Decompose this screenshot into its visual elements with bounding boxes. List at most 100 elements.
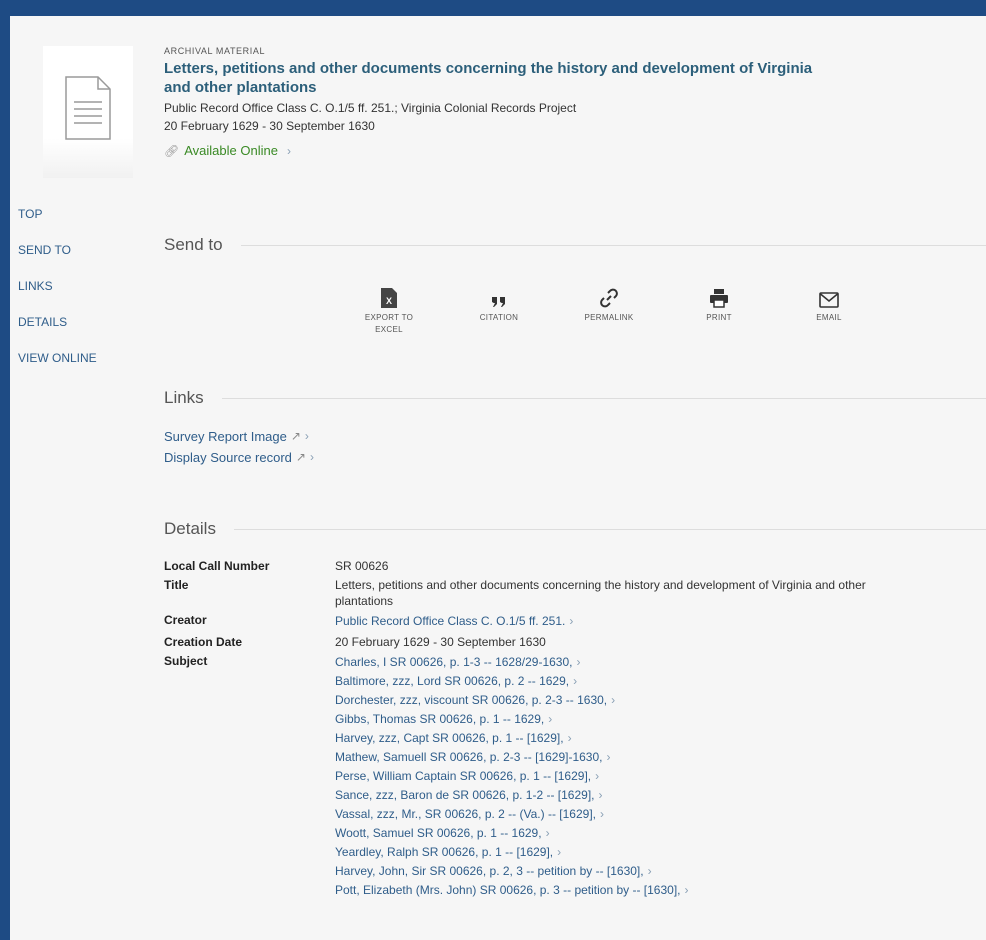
links-heading: Links [164, 388, 204, 407]
chevron-right-icon: › [647, 864, 652, 878]
detail-label: Creation Date [164, 635, 243, 649]
print-icon [710, 289, 728, 308]
detail-row: Title Letters, petitions and other docum… [164, 576, 986, 611]
detail-row: Creator Public Record Office Class C. O.… [164, 611, 986, 633]
subject-text: Sance, zzz, Baron de SR 00626, p. 1-2 --… [335, 788, 595, 802]
send-to-actions: X EXPORT TO EXCEL CITATION PERMALINK PRI… [334, 284, 884, 336]
chevron-right-icon: › [595, 769, 600, 783]
record-title-line: and other plantations [164, 79, 317, 96]
detail-value: 20 February 1629 - 30 September 1630 [335, 635, 546, 649]
citation-label: CITATION [479, 313, 519, 322]
divider [240, 244, 986, 246]
availability-label: Available Online [184, 143, 278, 158]
subject-link[interactable]: Charles, I SR 00626, p. 1-3 -- 1628/29-1… [335, 653, 986, 672]
detail-label: Local Call Number [164, 559, 270, 573]
external-link-icon: ↗ [290, 429, 301, 443]
detail-value: Public Record Office Class C. O.1/5 ff. … [335, 611, 986, 633]
subject-link[interactable]: Mathew, Samuell SR 00626, p. 2-3 -- [162… [335, 748, 986, 767]
chevron-right-icon: › [606, 750, 611, 764]
subject-text: Dorchester, zzz, viscount SR 00626, p. 2… [335, 693, 608, 707]
nav-item-view-online[interactable]: VIEW ONLINE [18, 351, 97, 387]
record-type: ARCHIVAL MATERIAL [164, 46, 266, 56]
export-label: EXCEL [375, 325, 403, 334]
chevron-right-icon: › [545, 826, 550, 840]
nav-item-top[interactable]: TOP [18, 207, 97, 243]
permalink-label: PERMALINK [584, 313, 634, 322]
details-table: Local Call Number SR 00626 Title Letters… [164, 557, 986, 902]
permalink-button[interactable]: PERMALINK [554, 284, 664, 336]
links-header: Links [164, 388, 986, 408]
available-online-link[interactable]: 🔗︎ Available Online › [164, 143, 884, 158]
send-to-header: Send to [164, 235, 986, 255]
section-nav: TOP SEND TO LINKS DETAILS VIEW ONLINE [18, 207, 97, 387]
record-title[interactable]: Letters, petitions and other documents c… [164, 59, 884, 97]
subject-text: Baltimore, zzz, Lord SR 00626, p. 2 -- 1… [335, 674, 570, 688]
subject-link[interactable]: Sance, zzz, Baron de SR 00626, p. 1-2 --… [335, 786, 986, 805]
detail-row: Local Call Number SR 00626 [164, 557, 986, 576]
record-summary: ARCHIVAL MATERIAL Letters, petitions and… [164, 46, 884, 158]
nav-item-send-to[interactable]: SEND TO [18, 243, 97, 279]
excel-icon: X [381, 288, 397, 308]
link-label: Display Source record [164, 450, 292, 465]
chevron-right-icon: › [557, 845, 562, 859]
mail-icon [819, 292, 839, 308]
chevron-right-icon: › [286, 143, 291, 158]
subject-text: Harvey, zzz, Capt SR 00626, p. 1 -- [162… [335, 731, 564, 745]
chevron-right-icon: › [567, 731, 572, 745]
email-label: EMAIL [816, 313, 842, 322]
record-title-line: Letters, petitions and other documents c… [164, 60, 813, 77]
detail-label: Subject [164, 654, 208, 668]
chevron-right-icon: › [304, 429, 309, 443]
subject-text: Perse, William Captain SR 00626, p. 1 --… [335, 769, 592, 783]
chevron-right-icon: › [309, 450, 314, 464]
external-link-icon: ↗ [295, 450, 306, 464]
creator-link[interactable]: Public Record Office Class C. O.1/5 ff. … [335, 612, 986, 631]
email-button[interactable]: EMAIL [774, 284, 884, 336]
link-icon [600, 288, 618, 308]
subject-link[interactable]: Pott, Elizabeth (Mrs. John) SR 00626, p.… [335, 881, 986, 900]
record-date: 20 February 1629 - 30 September 1630 [164, 119, 375, 133]
subject-list: Charles, I SR 00626, p. 1-3 -- 1628/29-1… [335, 652, 986, 902]
detail-label: Title [164, 578, 189, 592]
subject-link[interactable]: Perse, William Captain SR 00626, p. 1 --… [335, 767, 986, 786]
print-button[interactable]: PRINT [664, 284, 774, 336]
subject-link[interactable]: Woott, Samuel SR 00626, p. 1 -- 1629, › [335, 824, 986, 843]
subject-text: Vassal, zzz, Mr., SR 00626, p. 2 -- (Va.… [335, 807, 596, 821]
export-excel-button[interactable]: X EXPORT TO EXCEL [334, 284, 444, 336]
detail-row: Subject Charles, I SR 00626, p. 1-3 -- 1… [164, 652, 986, 902]
chevron-right-icon: › [576, 655, 581, 669]
display-source-record-link[interactable]: Display Source record ↗ › [164, 447, 314, 468]
record-creator: Public Record Office Class C. O.1/5 ff. … [164, 101, 577, 115]
subject-link[interactable]: Vassal, zzz, Mr., SR 00626, p. 2 -- (Va.… [335, 805, 986, 824]
export-label: EXPORT TO [364, 313, 414, 322]
record-page: ARCHIVAL MATERIAL Letters, petitions and… [10, 16, 986, 940]
survey-report-image-link[interactable]: Survey Report Image ↗ › [164, 426, 314, 447]
details-header: Details [164, 519, 986, 539]
nav-item-links[interactable]: LINKS [18, 279, 97, 315]
subject-link[interactable]: Yeardley, Ralph SR 00626, p. 1 -- [1629]… [335, 843, 986, 862]
detail-label: Creator [164, 613, 207, 627]
record-thumbnail[interactable] [43, 46, 133, 178]
send-to-heading: Send to [164, 235, 223, 254]
detail-row: Creation Date 20 February 1629 - 30 Sept… [164, 633, 986, 652]
subject-link[interactable]: Baltimore, zzz, Lord SR 00626, p. 2 -- 1… [335, 672, 986, 691]
print-label: PRINT [706, 313, 732, 322]
subject-text: Harvey, John, Sir SR 00626, p. 2, 3 -- p… [335, 864, 644, 878]
document-icon [65, 76, 111, 140]
subject-link[interactable]: Gibbs, Thomas SR 00626, p. 1 -- 1629, › [335, 710, 986, 729]
divider [221, 397, 986, 399]
divider [233, 528, 986, 530]
chevron-right-icon: › [598, 788, 603, 802]
detail-title-line: Letters, petitions and other documents c… [335, 578, 866, 592]
subject-link[interactable]: Harvey, John, Sir SR 00626, p. 2, 3 -- p… [335, 862, 986, 881]
subject-link[interactable]: Dorchester, zzz, viscount SR 00626, p. 2… [335, 691, 986, 710]
links-list: Survey Report Image ↗ › Display Source r… [164, 426, 314, 468]
subject-link[interactable]: Harvey, zzz, Capt SR 00626, p. 1 -- [162… [335, 729, 986, 748]
detail-value: SR 00626 [335, 559, 389, 573]
nav-item-details[interactable]: DETAILS [18, 315, 97, 351]
details-heading: Details [164, 519, 216, 538]
link-label: Survey Report Image [164, 429, 287, 444]
subject-text: Pott, Elizabeth (Mrs. John) SR 00626, p.… [335, 883, 681, 897]
citation-button[interactable]: CITATION [444, 284, 554, 336]
creator-text: Public Record Office Class C. O.1/5 ff. … [335, 614, 566, 628]
